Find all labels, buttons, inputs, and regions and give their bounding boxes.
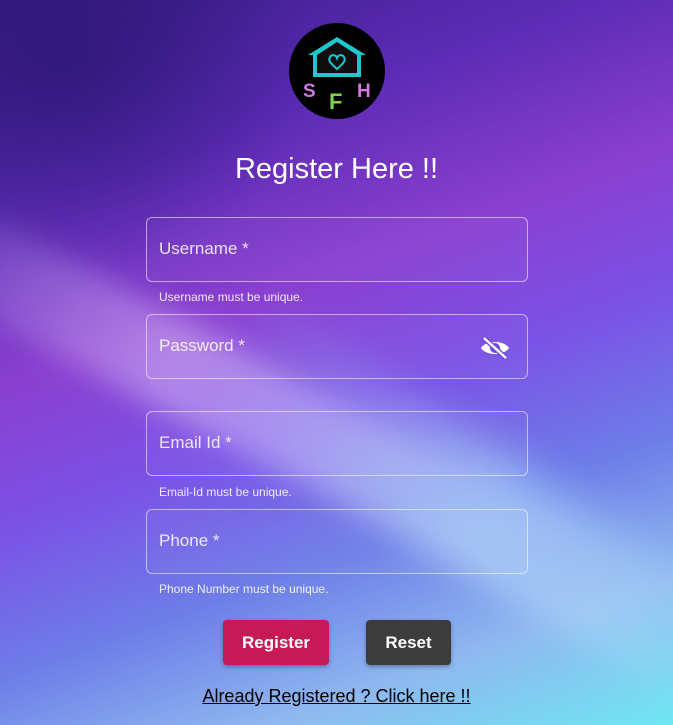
email-field[interactable]: Email Id * xyxy=(146,411,528,476)
reset-button[interactable]: Reset xyxy=(366,620,451,665)
registration-page: S F H Register Here !! Username * Userna… xyxy=(0,0,673,725)
house-heart-icon xyxy=(308,37,366,77)
phone-field[interactable]: Phone * xyxy=(146,509,528,574)
password-label: Password * xyxy=(159,336,245,355)
logo-letter-s: S xyxy=(303,81,316,102)
logo-letter-h: H xyxy=(357,81,371,102)
logo-letter-f: F xyxy=(329,89,343,114)
sfh-logo: S F H xyxy=(289,23,385,119)
login-link[interactable]: Already Registered ? Click here !! xyxy=(0,686,673,707)
eye-off-icon[interactable] xyxy=(479,336,511,360)
username-field[interactable]: Username * xyxy=(146,217,528,282)
page-title: Register Here !! xyxy=(234,153,439,185)
phone-label: Phone * xyxy=(159,531,220,550)
password-field[interactable]: Password * xyxy=(146,314,528,379)
username-helper: Username must be unique. xyxy=(159,290,304,304)
register-button[interactable]: Register xyxy=(223,620,329,665)
phone-helper: Phone Number must be unique. xyxy=(159,582,329,596)
email-helper: Email-Id must be unique. xyxy=(159,485,292,499)
username-label: Username * xyxy=(159,239,249,258)
email-label: Email Id * xyxy=(159,433,232,452)
